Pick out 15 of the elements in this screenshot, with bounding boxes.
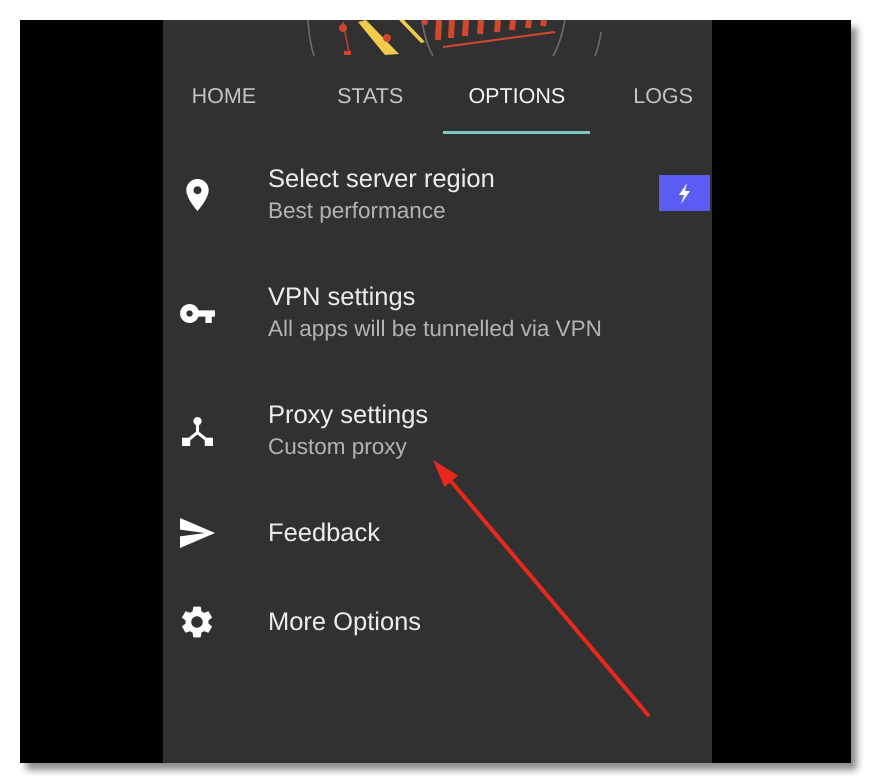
- key-icon: [180, 304, 214, 322]
- lightning-icon: [659, 175, 710, 211]
- tab[interactable]: LOGS: [590, 56, 712, 134]
- menu-item[interactable]: More Options: [163, 576, 712, 666]
- menu-item[interactable]: Proxy settings Custom proxy: [163, 370, 712, 488]
- tab[interactable]: STATS: [296, 56, 444, 134]
- location-pin-icon: [186, 179, 208, 211]
- branching-nodes-icon: [182, 416, 212, 446]
- settings-icon: [182, 606, 212, 638]
- send-icon: [180, 518, 214, 548]
- menu-item[interactable]: VPN settings All apps will be tunnelled via VPN: [163, 252, 712, 370]
- menu-item[interactable]: Feedback: [163, 488, 712, 576]
- menu-item[interactable]: Select server region Best performance: [163, 134, 659, 252]
- tab[interactable]: HOME: [163, 56, 297, 134]
- tab[interactable]: OPTIONS: [443, 56, 590, 134]
